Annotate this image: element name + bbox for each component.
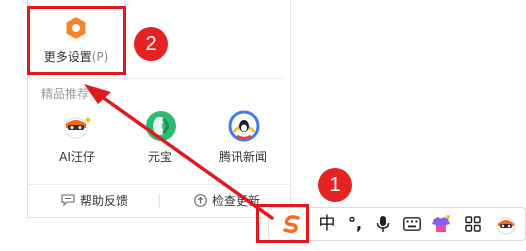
- screenshot-stage: 更多设置(P) 精品推荐 AI汪仔 元宝 腾讯新闻 帮助反馈 检查更新 中 °,…: [0, 0, 526, 251]
- annotation-badge-2: 2: [134, 27, 168, 61]
- annotation-badge-1: 1: [318, 168, 352, 202]
- annotation-box-settings: [27, 6, 126, 75]
- annotation-box-logo: [256, 204, 309, 243]
